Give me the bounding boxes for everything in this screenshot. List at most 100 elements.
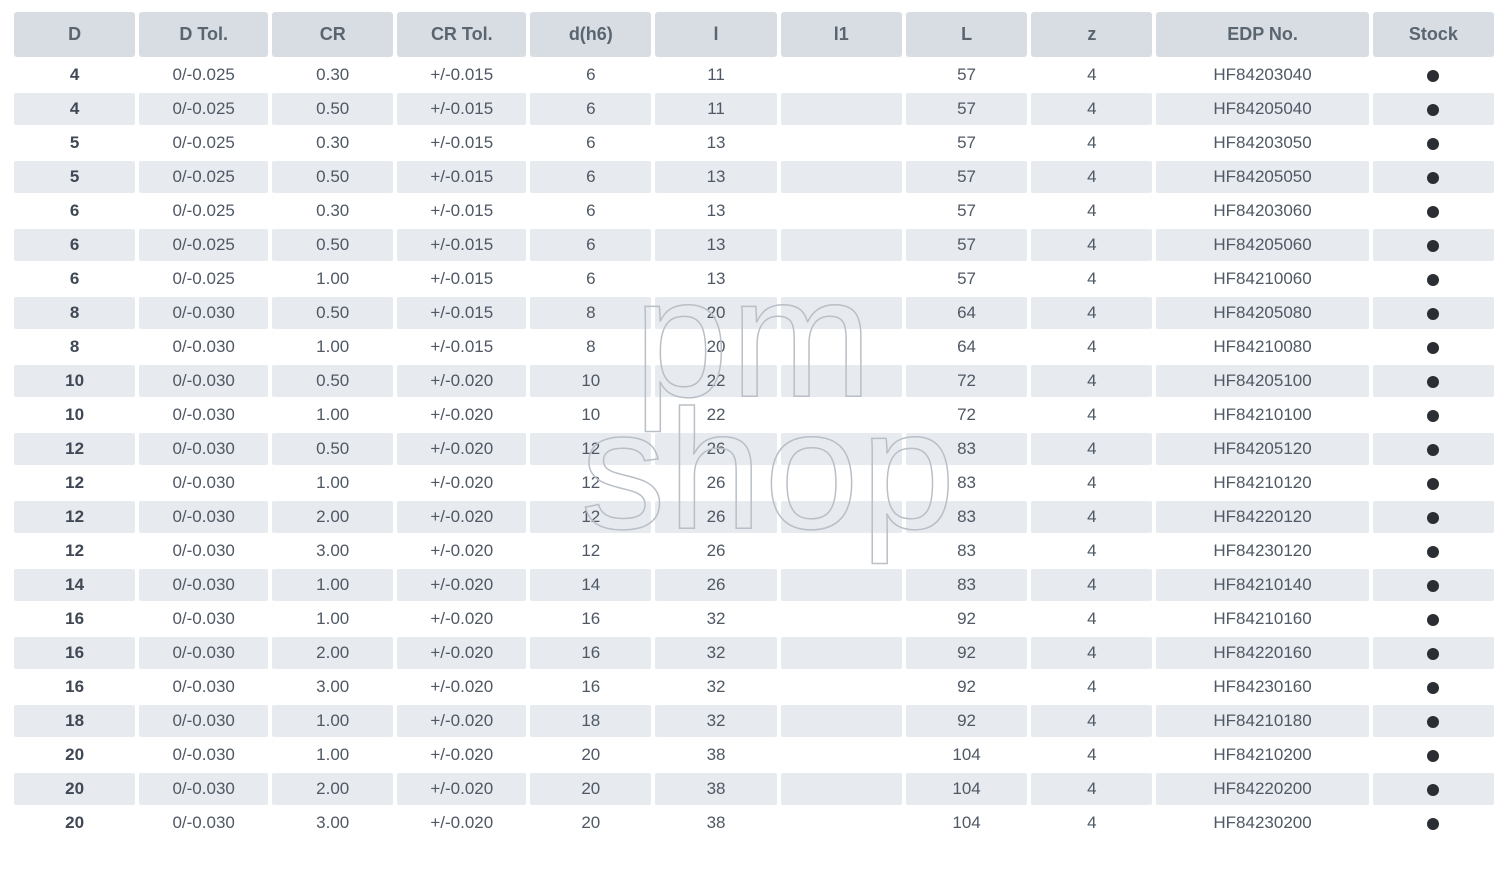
cell-CR: 3.00: [272, 535, 393, 567]
table-row: 160/-0.0302.00+/-0.0201632924HF84220160: [14, 637, 1494, 669]
table-row: 200/-0.0301.00+/-0.02020381044HF84210200: [14, 739, 1494, 771]
stock-dot-icon: [1427, 274, 1439, 286]
cell-D: 16: [14, 637, 135, 669]
cell-stock: [1373, 263, 1494, 295]
cell-CR: 0.30: [272, 59, 393, 91]
cell-l: 26: [655, 467, 776, 499]
cell-l: 13: [655, 127, 776, 159]
cell-DTol: 0/-0.025: [139, 59, 268, 91]
cell-CR: 1.00: [272, 331, 393, 363]
cell-dh6: 10: [530, 365, 651, 397]
cell-EDP: HF84210140: [1156, 569, 1368, 601]
cell-CR: 0.50: [272, 93, 393, 125]
stock-dot-icon: [1427, 240, 1439, 252]
cell-L: 92: [906, 603, 1027, 635]
cell-z: 4: [1031, 807, 1152, 839]
table-row: 160/-0.0303.00+/-0.0201632924HF84230160: [14, 671, 1494, 703]
stock-dot-icon: [1427, 614, 1439, 626]
cell-dh6: 6: [530, 263, 651, 295]
cell-D: 16: [14, 671, 135, 703]
spec-table: D D Tol. CR CR Tol. d(h6) l l1 L z EDP N…: [10, 10, 1498, 841]
cell-z: 4: [1031, 59, 1152, 91]
cell-dh6: 16: [530, 637, 651, 669]
cell-D: 6: [14, 263, 135, 295]
cell-EDP: HF84203050: [1156, 127, 1368, 159]
cell-dh6: 6: [530, 229, 651, 261]
cell-D: 12: [14, 433, 135, 465]
stock-dot-icon: [1427, 682, 1439, 694]
cell-stock: [1373, 331, 1494, 363]
cell-l: 13: [655, 161, 776, 193]
cell-EDP: HF84210160: [1156, 603, 1368, 635]
cell-DTol: 0/-0.030: [139, 603, 268, 635]
cell-CRTol: +/-0.020: [397, 433, 526, 465]
cell-z: 4: [1031, 399, 1152, 431]
cell-L: 72: [906, 365, 1027, 397]
cell-l: 26: [655, 569, 776, 601]
cell-DTol: 0/-0.030: [139, 297, 268, 329]
cell-dh6: 16: [530, 603, 651, 635]
cell-dh6: 14: [530, 569, 651, 601]
stock-dot-icon: [1427, 410, 1439, 422]
stock-dot-icon: [1427, 546, 1439, 558]
stock-dot-icon: [1427, 580, 1439, 592]
cell-l1: [781, 671, 902, 703]
cell-CRTol: +/-0.020: [397, 569, 526, 601]
cell-l: 38: [655, 807, 776, 839]
cell-D: 12: [14, 535, 135, 567]
table-row: 120/-0.0303.00+/-0.0201226834HF84230120: [14, 535, 1494, 567]
cell-CR: 1.00: [272, 467, 393, 499]
cell-l: 11: [655, 59, 776, 91]
cell-l: 22: [655, 365, 776, 397]
cell-stock: [1373, 603, 1494, 635]
cell-EDP: HF84210060: [1156, 263, 1368, 295]
cell-dh6: 12: [530, 467, 651, 499]
col-header-L: L: [906, 12, 1027, 57]
table-row: 120/-0.0300.50+/-0.0201226834HF84205120: [14, 433, 1494, 465]
cell-l: 20: [655, 297, 776, 329]
stock-dot-icon: [1427, 308, 1439, 320]
cell-z: 4: [1031, 263, 1152, 295]
cell-l1: [781, 637, 902, 669]
cell-DTol: 0/-0.030: [139, 467, 268, 499]
stock-dot-icon: [1427, 104, 1439, 116]
stock-dot-icon: [1427, 342, 1439, 354]
cell-l1: [781, 229, 902, 261]
cell-DTol: 0/-0.030: [139, 739, 268, 771]
col-header-l: l: [655, 12, 776, 57]
cell-stock: [1373, 161, 1494, 193]
cell-EDP: HF84210080: [1156, 331, 1368, 363]
cell-D: 8: [14, 297, 135, 329]
cell-l: 38: [655, 773, 776, 805]
cell-dh6: 18: [530, 705, 651, 737]
cell-DTol: 0/-0.025: [139, 161, 268, 193]
cell-dh6: 20: [530, 773, 651, 805]
cell-DTol: 0/-0.030: [139, 535, 268, 567]
stock-dot-icon: [1427, 376, 1439, 388]
cell-EDP: HF84230200: [1156, 807, 1368, 839]
cell-z: 4: [1031, 501, 1152, 533]
stock-dot-icon: [1427, 444, 1439, 456]
cell-DTol: 0/-0.025: [139, 93, 268, 125]
cell-CRTol: +/-0.020: [397, 773, 526, 805]
cell-stock: [1373, 229, 1494, 261]
cell-EDP: HF84210200: [1156, 739, 1368, 771]
stock-dot-icon: [1427, 206, 1439, 218]
cell-stock: [1373, 399, 1494, 431]
cell-D: 18: [14, 705, 135, 737]
cell-stock: [1373, 637, 1494, 669]
cell-l: 11: [655, 93, 776, 125]
cell-L: 83: [906, 569, 1027, 601]
cell-l: 32: [655, 637, 776, 669]
cell-l1: [781, 603, 902, 635]
cell-DTol: 0/-0.025: [139, 229, 268, 261]
cell-l: 26: [655, 433, 776, 465]
stock-dot-icon: [1427, 138, 1439, 150]
table-row: 50/-0.0250.30+/-0.015613574HF84203050: [14, 127, 1494, 159]
table-row: 100/-0.0301.00+/-0.0201022724HF84210100: [14, 399, 1494, 431]
col-header-D: D: [14, 12, 135, 57]
table-row: 80/-0.0301.00+/-0.015820644HF84210080: [14, 331, 1494, 363]
cell-l1: [781, 127, 902, 159]
cell-CRTol: +/-0.020: [397, 671, 526, 703]
table-row: 140/-0.0301.00+/-0.0201426834HF84210140: [14, 569, 1494, 601]
